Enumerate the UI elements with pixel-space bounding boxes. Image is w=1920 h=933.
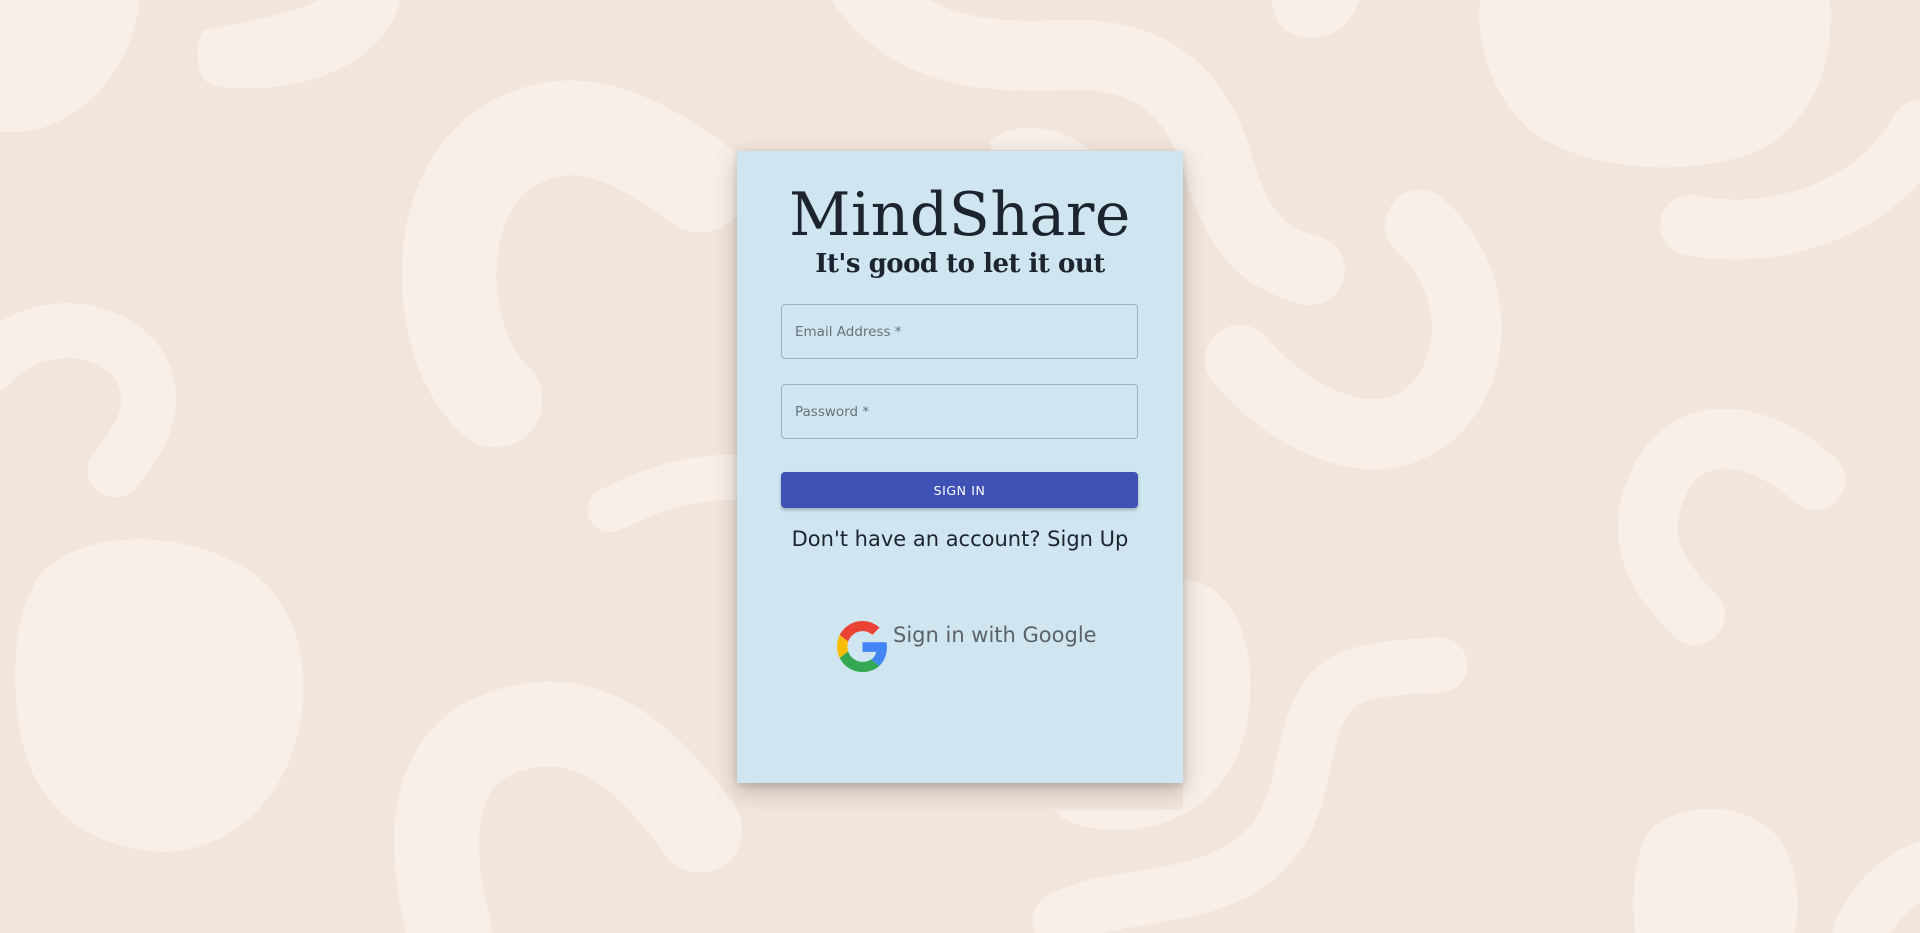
google-sign-in-button[interactable]: Sign in with Google <box>837 621 1097 673</box>
app-title: MindShare <box>789 180 1131 250</box>
sign-up-link[interactable]: Don't have an account? Sign Up <box>737 527 1183 551</box>
google-sign-in-label: Sign in with Google <box>893 623 1097 647</box>
password-input[interactable] <box>781 384 1138 439</box>
signin-card: MindShare It's good to let it out SIGN I… <box>737 151 1183 783</box>
app-tagline: It's good to let it out <box>815 249 1105 279</box>
email-input[interactable] <box>781 304 1138 359</box>
sign-in-button[interactable]: SIGN IN <box>781 472 1138 508</box>
google-logo-icon <box>837 621 887 672</box>
